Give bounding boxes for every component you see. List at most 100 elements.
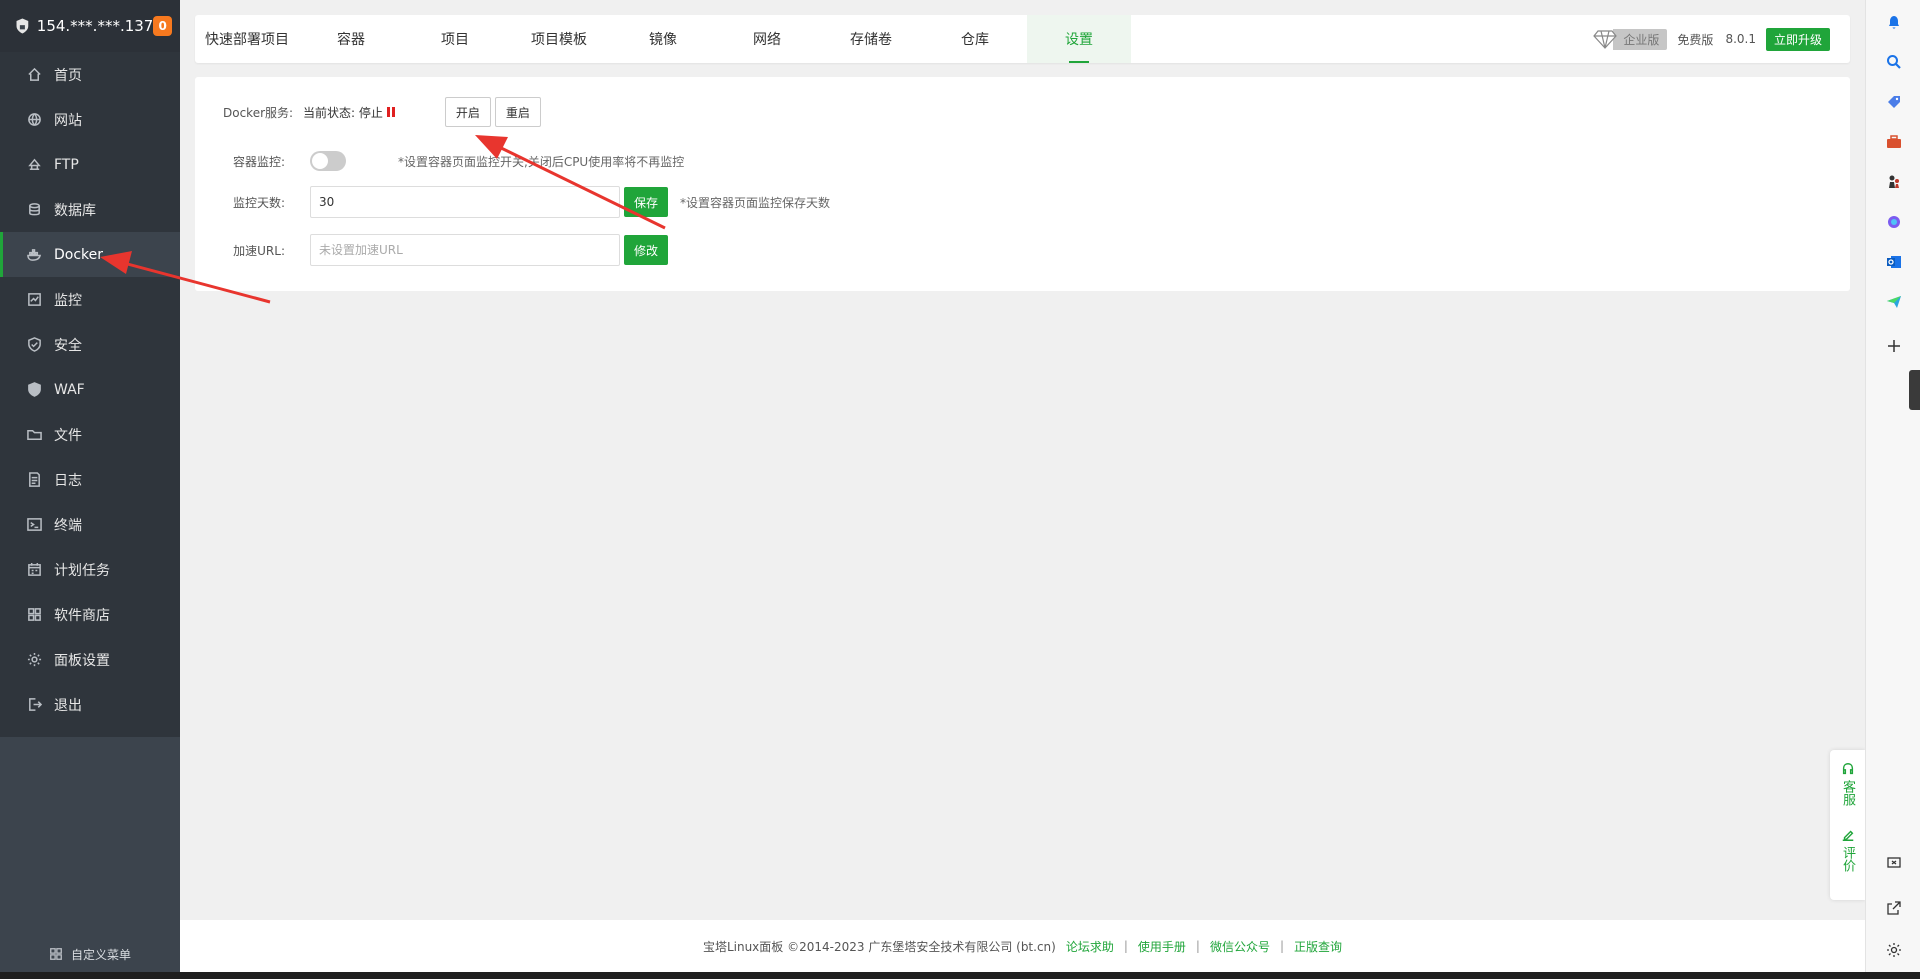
- sidebar-item-security[interactable]: 安全: [0, 322, 180, 367]
- search-icon[interactable]: [1884, 52, 1904, 72]
- tab-registry[interactable]: 仓库: [923, 15, 1027, 63]
- days-row: 监控天数: 保存 *设置容器页面监控保存天数: [195, 186, 830, 218]
- sidebar-item-ftp[interactable]: FTP: [0, 142, 180, 187]
- docker-settings-panel: Docker服务: 当前状态: 停止 开启 重启 容器监控: *设置容器页面监控…: [195, 77, 1850, 291]
- gear-icon: [26, 652, 42, 668]
- service-status: 当前状态: 停止: [303, 105, 383, 120]
- sidebar-item-label: 面板设置: [54, 652, 110, 669]
- version-label: 8.0.1: [1725, 32, 1756, 46]
- genuine-check-link[interactable]: 正版查询: [1294, 938, 1342, 955]
- monitor-toggle[interactable]: [310, 151, 346, 171]
- tab-project-templates[interactable]: 项目模板: [507, 15, 611, 63]
- service-row: Docker服务: 当前状态: 停止 开启 重启: [195, 97, 541, 127]
- calendar-icon: [26, 562, 42, 578]
- send-icon[interactable]: [1884, 292, 1904, 312]
- os-taskbar: [0, 972, 1920, 979]
- sidebar-scroll-handle[interactable]: [1909, 370, 1920, 410]
- server-header[interactable]: 154.***.***.137 0: [0, 0, 180, 52]
- start-button[interactable]: 开启: [444, 97, 491, 127]
- days-label: 监控天数:: [232, 195, 285, 210]
- docker-icon: [26, 247, 42, 263]
- tab-network[interactable]: 网络: [715, 15, 819, 63]
- forum-link[interactable]: 论坛求助: [1066, 938, 1114, 955]
- sidebar-item-docker[interactable]: Docker: [0, 232, 180, 277]
- notification-badge[interactable]: 0: [153, 16, 172, 36]
- terminal-icon: [26, 517, 42, 533]
- tab-settings[interactable]: 设置: [1027, 15, 1131, 63]
- edit-icon: [1842, 830, 1853, 841]
- external-link-icon[interactable]: [1884, 898, 1904, 918]
- toolbox-icon[interactable]: [1884, 132, 1904, 152]
- globe-icon: [26, 112, 42, 128]
- shield-icon: [26, 337, 42, 353]
- sidebar-item-logs[interactable]: 日志: [0, 457, 180, 502]
- sidebar-item-label: 日志: [54, 472, 82, 489]
- review-label: 评价: [1840, 846, 1855, 872]
- modify-button[interactable]: 修改: [624, 235, 669, 265]
- sidebar-item-label: 数据库: [54, 202, 96, 219]
- wechat-link[interactable]: 微信公众号: [1210, 938, 1270, 955]
- sidebar-item-terminal[interactable]: 终端: [0, 502, 180, 547]
- url-label: 加速URL:: [233, 243, 285, 258]
- sidebar-item-database[interactable]: 数据库: [0, 187, 180, 232]
- review-button[interactable]: 评价: [1840, 828, 1855, 872]
- separator: |: [1123, 939, 1128, 953]
- sidebar-item-label: 终端: [54, 517, 82, 534]
- folder-icon: [26, 427, 42, 443]
- separator: |: [1195, 939, 1200, 953]
- tab-containers[interactable]: 容器: [299, 15, 403, 63]
- days-input[interactable]: [310, 186, 620, 218]
- sidebar-item-waf[interactable]: WAF: [0, 367, 180, 412]
- copyright-text: 宝塔Linux面板 ©2014-2023 广东堡塔安全技术有限公司 (bt.cn…: [702, 939, 1056, 954]
- enterprise-badge[interactable]: 企业版: [1613, 28, 1668, 50]
- sidebar-item-panel-settings[interactable]: 面板设置: [0, 637, 180, 682]
- sidebar-item-monitor[interactable]: 监控: [0, 277, 180, 322]
- screenshot-icon[interactable]: [1884, 853, 1904, 873]
- floating-service-widget: 客服 评价: [1830, 750, 1865, 900]
- add-icon[interactable]: [1884, 336, 1904, 356]
- bell-icon[interactable]: [1884, 12, 1904, 32]
- sidebar-item-files[interactable]: 文件: [0, 412, 180, 457]
- save-button[interactable]: 保存: [624, 187, 669, 217]
- sidebar-item-label: 监控: [54, 292, 82, 309]
- manual-link[interactable]: 使用手册: [1138, 938, 1186, 955]
- sidebar-item-logout[interactable]: 退出: [0, 682, 180, 727]
- separator: |: [1279, 939, 1285, 953]
- copilot-icon[interactable]: [1884, 212, 1904, 232]
- settings-gear-icon[interactable]: [1884, 940, 1904, 960]
- sidebar-item-store[interactable]: 软件商店: [0, 592, 180, 637]
- customer-service-button[interactable]: 客服: [1840, 762, 1855, 806]
- headset-icon: [1842, 763, 1853, 775]
- tab-images[interactable]: 镜像: [611, 15, 715, 63]
- sidebar-item-cron[interactable]: 计划任务: [0, 547, 180, 592]
- edition-info: 企业版 免费版 8.0.1 立即升级: [1593, 15, 1850, 63]
- sidebar-item-label: FTP: [54, 156, 79, 173]
- page-footer: 宝塔Linux面板 ©2014-2023 广东堡塔安全技术有限公司 (bt.cn…: [180, 920, 1865, 972]
- sidebar-item-website[interactable]: 网站: [0, 97, 180, 142]
- sidebar-item-label: 退出: [54, 697, 82, 714]
- sidebar-item-home[interactable]: 首页: [0, 52, 180, 97]
- chess-icon[interactable]: [1884, 172, 1904, 192]
- sidebar-item-label: 安全: [54, 337, 82, 354]
- outlook-icon[interactable]: [1884, 252, 1904, 272]
- tag-icon[interactable]: [1884, 92, 1904, 112]
- stopped-icon: [386, 107, 395, 117]
- sidebar: 154.***.***.137 0 首页 网站 FTP 数据库 Docker 监…: [0, 0, 180, 979]
- upgrade-button[interactable]: 立即升级: [1765, 27, 1830, 51]
- free-edition-label: 免费版: [1677, 32, 1714, 47]
- monitor-label: 容器监控:: [232, 154, 285, 169]
- diamond-icon: [1593, 30, 1618, 49]
- sidebar-item-label: 首页: [54, 67, 82, 84]
- logout-icon: [26, 697, 42, 713]
- sidebar-item-label: 软件商店: [54, 607, 110, 624]
- tab-volumes[interactable]: 存储卷: [819, 15, 923, 63]
- custom-menu-label: 自定义菜单: [70, 947, 131, 962]
- tab-projects[interactable]: 项目: [403, 15, 507, 63]
- restart-button[interactable]: 重启: [494, 97, 541, 127]
- monitor-hint: *设置容器页面监控开关,关闭后CPU使用率将不再监控: [398, 154, 685, 169]
- ftp-icon: [26, 157, 42, 173]
- monitor-icon: [26, 292, 42, 308]
- sidebar-item-label: 网站: [54, 112, 82, 129]
- tab-quick-deploy[interactable]: 快速部署项目: [195, 15, 299, 63]
- url-input[interactable]: [310, 234, 620, 266]
